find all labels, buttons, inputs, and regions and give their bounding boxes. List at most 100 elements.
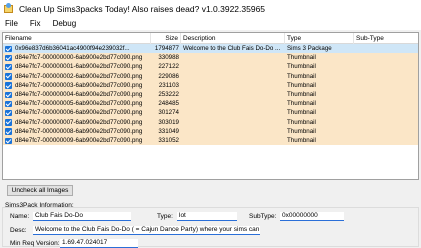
cell-type: Thumbnail: [287, 81, 316, 89]
cell-description: [181, 90, 285, 99]
cell-size: 330988: [158, 54, 179, 62]
grid-header: Filename Size Description Type Sub-Type: [3, 33, 418, 44]
name-field[interactable]: Club Fais Do-Do: [33, 212, 131, 221]
info-panel: Name: Club Fais Do-Do Type: lot SubType:…: [2, 207, 419, 248]
cell-subtype: [354, 62, 418, 71]
cell-type: Thumbnail: [287, 72, 316, 80]
column-header-filename[interactable]: Filename: [3, 33, 151, 44]
cell-description: [181, 99, 285, 108]
column-header-size[interactable]: Size: [151, 33, 181, 44]
cell-type: Thumbnail: [287, 127, 316, 135]
subtype-field[interactable]: 0x00000000: [280, 212, 344, 221]
desc-label: Desc:: [10, 227, 27, 234]
table-row[interactable]: d84e7fc7-000000002-6ab900e2bd77c090.png 2…: [3, 71, 418, 81]
cell-filename: d84e7fc7-000000000-6ab900e2bd77c090.png: [15, 54, 143, 62]
cell-type: Thumbnail: [287, 109, 316, 117]
column-header-description[interactable]: Description: [181, 33, 285, 44]
menu-fix[interactable]: Fix: [24, 19, 47, 28]
cell-filename: d84e7fc7-000000009-6ab900e2bd77c090.png: [15, 137, 143, 144]
min-req-version-field[interactable]: 1.69.47.024017: [60, 239, 138, 248]
uncheck-all-images-button[interactable]: Uncheck all Images: [7, 185, 73, 196]
window-title: Clean Up Sims3packs Today! Also raises d…: [19, 3, 266, 14]
table-row[interactable]: d84e7fc7-000000001-6ab900e2bd77c090.png 2…: [3, 62, 418, 72]
cell-size: 231103: [158, 81, 179, 89]
cell-filename: 0x96e837d6b36041ac4900f94e239032f...: [15, 45, 130, 52]
file-grid[interactable]: Filename Size Description Type Sub-Type …: [2, 32, 419, 180]
min-req-version-label: Min Req Version:: [10, 240, 60, 247]
cell-description: [181, 127, 285, 136]
cell-description: [181, 62, 285, 71]
cell-subtype: [354, 90, 418, 99]
subtype-label: SubType:: [249, 213, 277, 220]
checkbox-checked-icon[interactable]: [5, 45, 12, 52]
type-field[interactable]: lot: [177, 212, 237, 221]
cell-subtype: [354, 108, 418, 117]
cell-size: 227122: [158, 63, 179, 71]
cell-subtype: [354, 127, 418, 136]
checkbox-checked-icon[interactable]: [5, 73, 12, 80]
menu-file[interactable]: File: [0, 19, 24, 28]
checkbox-checked-icon[interactable]: [5, 82, 12, 89]
table-row[interactable]: d84e7fc7-000000007-6ab900e2bd77c090.png 3…: [3, 117, 418, 127]
checkbox-checked-icon[interactable]: [5, 91, 12, 98]
cell-type: Thumbnail: [287, 54, 316, 62]
checkbox-checked-icon[interactable]: [5, 54, 12, 62]
checkbox-checked-icon[interactable]: [5, 119, 12, 126]
cell-filename: d84e7fc7-000000005-6ab900e2bd77c090.png: [15, 100, 143, 108]
cell-type: Thumbnail: [287, 91, 316, 98]
cell-description: [181, 72, 285, 81]
cell-subtype: [354, 72, 418, 81]
cell-size: 229086: [158, 72, 179, 80]
menu-bar: File Fix Debug: [0, 17, 421, 30]
name-label: Name:: [10, 213, 30, 220]
cell-subtype: [354, 118, 418, 127]
cell-filename: d84e7fc7-000000001-6ab900e2bd77c090.png: [15, 63, 143, 71]
checkbox-checked-icon[interactable]: [5, 128, 12, 135]
cell-filename: d84e7fc7-000000002-6ab900e2bd77c090.png: [15, 72, 143, 80]
cell-type: Thumbnail: [287, 118, 316, 126]
cell-filename: d84e7fc7-000000006-6ab900e2bd77c090.png: [15, 109, 143, 117]
cell-description: [181, 81, 285, 90]
checkbox-checked-icon[interactable]: [5, 100, 12, 108]
column-header-type[interactable]: Type: [285, 33, 354, 44]
cell-size: 301274: [158, 109, 179, 117]
table-row[interactable]: d84e7fc7-000000005-6ab900e2bd77c090.png 2…: [3, 99, 418, 109]
cell-subtype: [354, 44, 418, 53]
cell-type: Sims 3 Package: [287, 45, 332, 52]
cell-filename: d84e7fc7-000000007-6ab900e2bd77c090.png: [15, 118, 143, 126]
cell-subtype: [354, 53, 418, 62]
desc-field[interactable]: Welcome to the Club Fais Do-Do ( = Cajun…: [33, 226, 260, 235]
cell-type: Thumbnail: [287, 137, 316, 144]
cell-description: [181, 53, 285, 62]
cell-subtype: [354, 99, 418, 108]
table-row[interactable]: d84e7fc7-000000004-6ab900e2bd77c090.png 2…: [3, 90, 418, 100]
title-bar: Clean Up Sims3packs Today! Also raises d…: [0, 0, 421, 17]
cell-filename: d84e7fc7-000000008-6ab900e2bd77c090.png: [15, 127, 143, 135]
table-row[interactable]: 0x96e837d6b36041ac4900f94e239032f... 1794…: [3, 44, 418, 54]
cell-type: Thumbnail: [287, 100, 316, 108]
checkbox-checked-icon[interactable]: [5, 63, 12, 71]
table-row[interactable]: d84e7fc7-000000008-6ab900e2bd77c090.png 3…: [3, 126, 418, 136]
cell-size: 1794877: [154, 45, 179, 52]
cell-description: Welcome to the Club Fais Do-Do ...: [183, 45, 281, 52]
cell-type: Thumbnail: [287, 63, 316, 71]
cell-size: 253222: [158, 91, 179, 98]
cell-size: 331049: [158, 127, 179, 135]
checkbox-checked-icon[interactable]: [5, 109, 12, 117]
table-row[interactable]: d84e7fc7-000000003-6ab900e2bd77c090.png 2…: [3, 80, 418, 90]
cell-description: [181, 108, 285, 117]
cell-size: 248485: [158, 100, 179, 108]
menu-debug[interactable]: Debug: [47, 19, 83, 28]
cell-subtype: [354, 136, 418, 145]
table-row[interactable]: d84e7fc7-000000000-6ab900e2bd77c090.png 3…: [3, 53, 418, 63]
table-row[interactable]: d84e7fc7-000000006-6ab900e2bd77c090.png 3…: [3, 108, 418, 118]
cell-size: 331052: [158, 137, 179, 144]
cell-filename: d84e7fc7-000000003-6ab900e2bd77c090.png: [15, 81, 143, 89]
cell-subtype: [354, 81, 418, 90]
cell-filename: d84e7fc7-000000004-6ab900e2bd77c090.png: [15, 91, 143, 98]
column-header-subtype[interactable]: Sub-Type: [354, 33, 418, 44]
table-row[interactable]: d84e7fc7-000000009-6ab900e2bd77c090.png 3…: [3, 136, 418, 146]
cell-description: [181, 136, 285, 145]
checkbox-checked-icon[interactable]: [5, 137, 12, 144]
app-package-icon: [3, 3, 14, 14]
